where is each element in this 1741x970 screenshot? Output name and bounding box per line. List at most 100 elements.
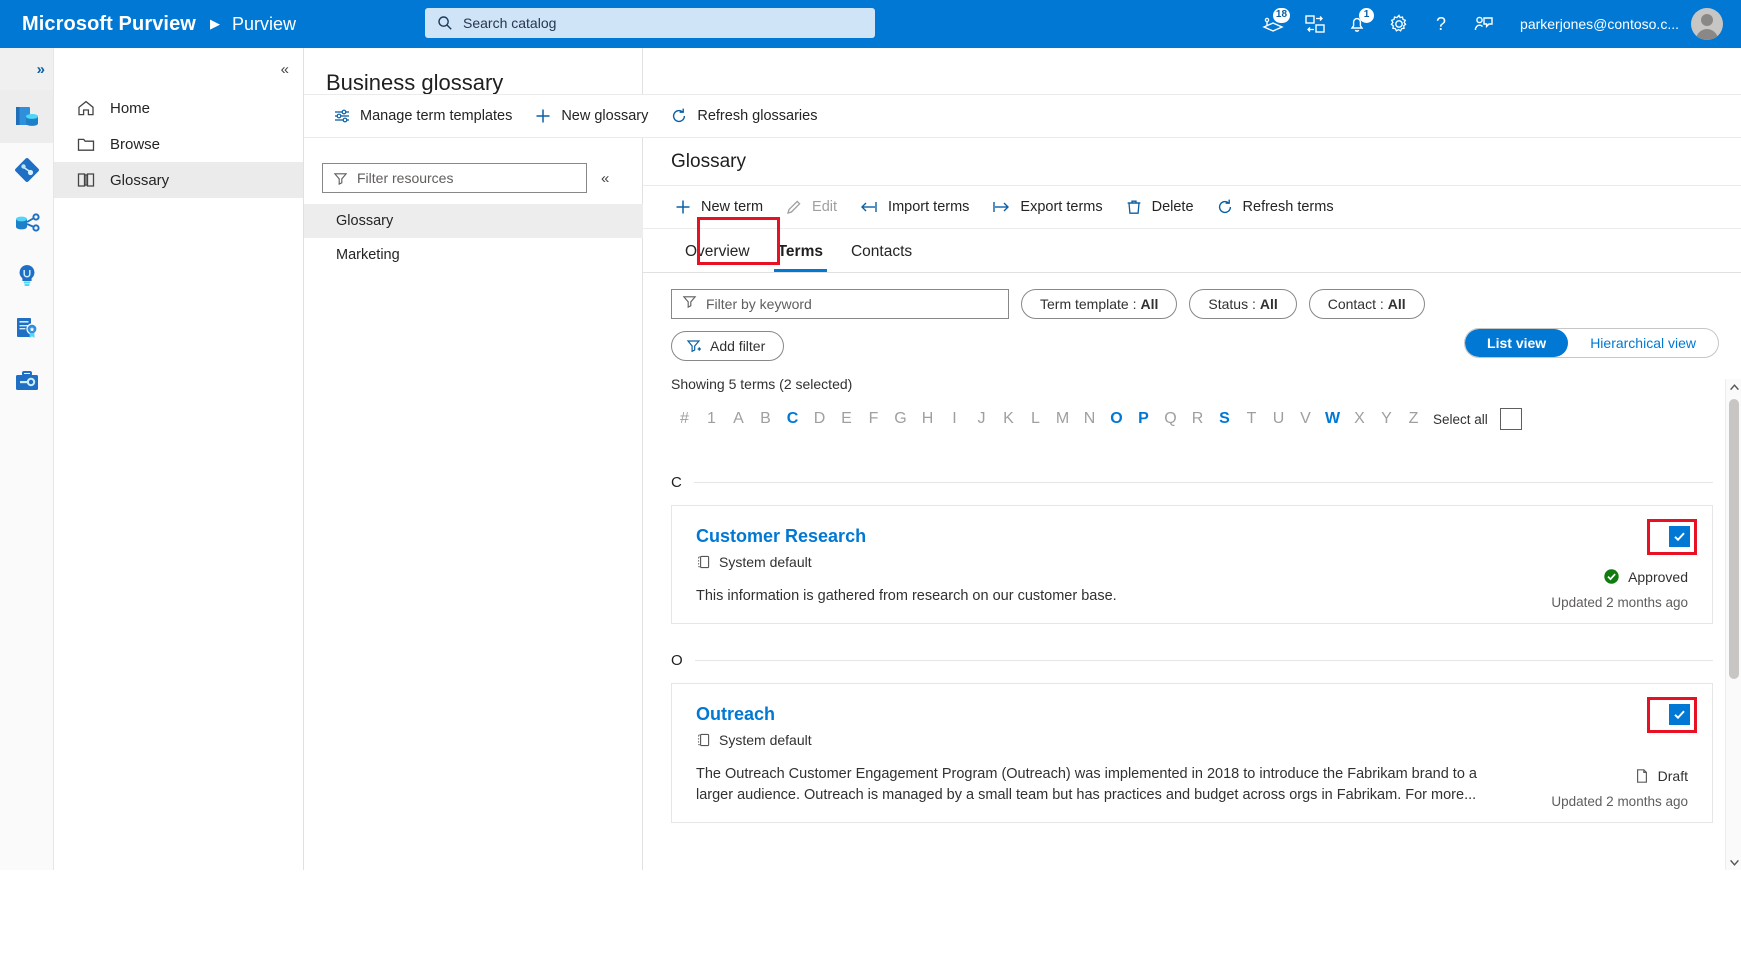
alpha-letter-h[interactable]: H bbox=[914, 410, 941, 428]
alpha-letter-a[interactable]: A bbox=[725, 410, 752, 428]
alpha-letter-m[interactable]: M bbox=[1049, 410, 1076, 428]
icon-rail: » bbox=[0, 48, 54, 870]
alpha-letter-f[interactable]: F bbox=[860, 410, 887, 428]
tab-contacts[interactable]: Contacts bbox=[837, 243, 926, 272]
refresh-terms-button[interactable]: Refresh terms bbox=[1205, 190, 1345, 224]
resource-label: Glossary bbox=[336, 213, 394, 229]
sidebar-item-home[interactable]: Home bbox=[54, 90, 303, 126]
alpha-letter-d[interactable]: D bbox=[806, 410, 833, 428]
alpha-letter-e[interactable]: E bbox=[833, 410, 860, 428]
alpha-letter-o[interactable]: O bbox=[1103, 410, 1130, 428]
rail-item-data-policy[interactable] bbox=[0, 302, 53, 355]
rail-expand-button[interactable]: » bbox=[0, 48, 53, 90]
alpha-letter-x[interactable]: X bbox=[1346, 410, 1373, 428]
data-estate-icon[interactable]: 18 bbox=[1252, 0, 1294, 48]
sidebar-item-browse[interactable]: Browse bbox=[54, 126, 303, 162]
sidebar-item-label: Home bbox=[110, 99, 151, 117]
rail-item-data-sharing[interactable] bbox=[0, 196, 53, 249]
rail-item-data-map[interactable] bbox=[0, 143, 53, 196]
import-terms-button[interactable]: Import terms bbox=[848, 190, 980, 224]
scroll-down-arrow-icon[interactable] bbox=[1726, 854, 1741, 870]
alpha-letter-u[interactable]: U bbox=[1265, 410, 1292, 428]
term-template-filter-pill[interactable]: Term template : All bbox=[1021, 289, 1178, 319]
checkmark-icon bbox=[1674, 532, 1685, 542]
alpha-letter-k[interactable]: K bbox=[995, 410, 1022, 428]
page-bottom-area bbox=[0, 870, 1741, 970]
status-filter-pill[interactable]: Status : All bbox=[1189, 289, 1297, 319]
term-name-link[interactable]: Outreach bbox=[696, 704, 775, 725]
alpha-letter-1[interactable]: 1 bbox=[698, 410, 725, 428]
svg-text:?: ? bbox=[1436, 14, 1446, 34]
term-updated-label: Updated 2 months ago bbox=[1551, 595, 1688, 610]
scroll-up-arrow-icon[interactable] bbox=[1726, 379, 1741, 395]
alpha-letter-b[interactable]: B bbox=[752, 410, 779, 428]
search-catalog-box[interactable] bbox=[425, 8, 875, 38]
add-filter-button[interactable]: Add filter bbox=[671, 330, 785, 361]
brand-title[interactable]: Microsoft Purview bbox=[22, 13, 196, 36]
select-all-checkbox[interactable] bbox=[1499, 408, 1522, 430]
alpha-letter-l[interactable]: L bbox=[1022, 410, 1049, 428]
term-updated-label: Updated 2 months ago bbox=[1551, 794, 1688, 809]
resources-collapse-button[interactable]: « bbox=[601, 170, 609, 187]
feedback-person-icon[interactable] bbox=[1462, 0, 1504, 48]
alpha-letter-y[interactable]: Y bbox=[1373, 410, 1400, 428]
select-all-label: Select all bbox=[1433, 411, 1488, 427]
scrollbar-thumb[interactable] bbox=[1729, 399, 1739, 679]
filter-resources-box[interactable] bbox=[322, 163, 587, 193]
list-item-glossary[interactable]: Glossary bbox=[304, 204, 643, 238]
delete-button[interactable]: Delete bbox=[1114, 190, 1205, 224]
notifications-bell-icon[interactable]: 1 bbox=[1336, 0, 1378, 48]
rail-item-data-insights[interactable] bbox=[0, 249, 53, 302]
alpha-letter-g[interactable]: G bbox=[887, 410, 914, 428]
tab-terms[interactable]: Terms bbox=[764, 243, 837, 272]
alpha-letter-hash[interactable]: # bbox=[671, 410, 698, 428]
alpha-letter-j[interactable]: J bbox=[968, 410, 995, 428]
export-terms-button[interactable]: Export terms bbox=[980, 190, 1113, 224]
new-term-button[interactable]: New term bbox=[663, 190, 774, 224]
portal-switch-icon[interactable] bbox=[1294, 0, 1336, 48]
alpha-letter-z[interactable]: Z bbox=[1400, 410, 1427, 428]
rail-item-data-catalog[interactable] bbox=[0, 90, 53, 143]
group-letter: O bbox=[671, 652, 683, 669]
settings-gear-icon[interactable] bbox=[1378, 0, 1420, 48]
term-select-checkbox[interactable] bbox=[1669, 704, 1690, 725]
filter-resources-input[interactable] bbox=[357, 170, 557, 186]
search-input[interactable] bbox=[463, 15, 843, 31]
alpha-letter-s[interactable]: S bbox=[1211, 410, 1238, 428]
alpha-letter-r[interactable]: R bbox=[1184, 410, 1211, 428]
table-row[interactable]: Customer Research System default This in… bbox=[671, 505, 1713, 624]
manage-term-templates-button[interactable]: Manage term templates bbox=[322, 99, 523, 133]
term-name-link[interactable]: Customer Research bbox=[696, 526, 866, 547]
alpha-letter-v[interactable]: V bbox=[1292, 410, 1319, 428]
alpha-letter-p[interactable]: P bbox=[1130, 410, 1157, 428]
sidebar-item-glossary[interactable]: Glossary bbox=[54, 162, 303, 198]
list-view-toggle[interactable]: List view bbox=[1465, 329, 1569, 357]
contact-filter-pill[interactable]: Contact : All bbox=[1308, 289, 1425, 319]
alpha-letter-n[interactable]: N bbox=[1076, 410, 1103, 428]
table-row[interactable]: Outreach System default The Outreach Cus… bbox=[671, 683, 1713, 823]
content-title: Glossary bbox=[671, 151, 746, 172]
list-item-marketing[interactable]: Marketing bbox=[304, 238, 643, 272]
nav-collapse-button[interactable]: « bbox=[54, 48, 303, 90]
add-filter-label: Add filter bbox=[710, 337, 766, 354]
new-glossary-button[interactable]: New glossary bbox=[523, 99, 659, 133]
breadcrumb-account-name[interactable]: Purview bbox=[232, 14, 296, 35]
alpha-letter-q[interactable]: Q bbox=[1157, 410, 1184, 428]
alphabet-nav-bar: # 1 A B C D E F G H I J K L M N O P Q R … bbox=[643, 392, 1741, 430]
filter-by-keyword-box[interactable] bbox=[671, 289, 1009, 319]
hierarchical-view-toggle[interactable]: Hierarchical view bbox=[1568, 329, 1718, 357]
alpha-letter-w[interactable]: W bbox=[1319, 410, 1346, 428]
filter-by-keyword-input[interactable] bbox=[706, 296, 976, 312]
rail-item-management[interactable] bbox=[0, 355, 53, 408]
alpha-letter-i[interactable]: I bbox=[941, 410, 968, 428]
refresh-glossaries-button[interactable]: Refresh glossaries bbox=[659, 99, 828, 133]
term-select-checkbox[interactable] bbox=[1669, 526, 1690, 547]
tab-overview[interactable]: Overview bbox=[671, 243, 764, 272]
alpha-letter-c[interactable]: C bbox=[779, 410, 806, 428]
terms-scrollbar[interactable] bbox=[1725, 379, 1741, 870]
avatar[interactable] bbox=[1691, 8, 1723, 40]
term-template-label: System default bbox=[719, 732, 812, 748]
alpha-letter-t[interactable]: T bbox=[1238, 410, 1265, 428]
help-question-icon[interactable]: ? bbox=[1420, 0, 1462, 48]
user-email-label[interactable]: parkerjones@contoso.c... bbox=[1520, 16, 1679, 32]
